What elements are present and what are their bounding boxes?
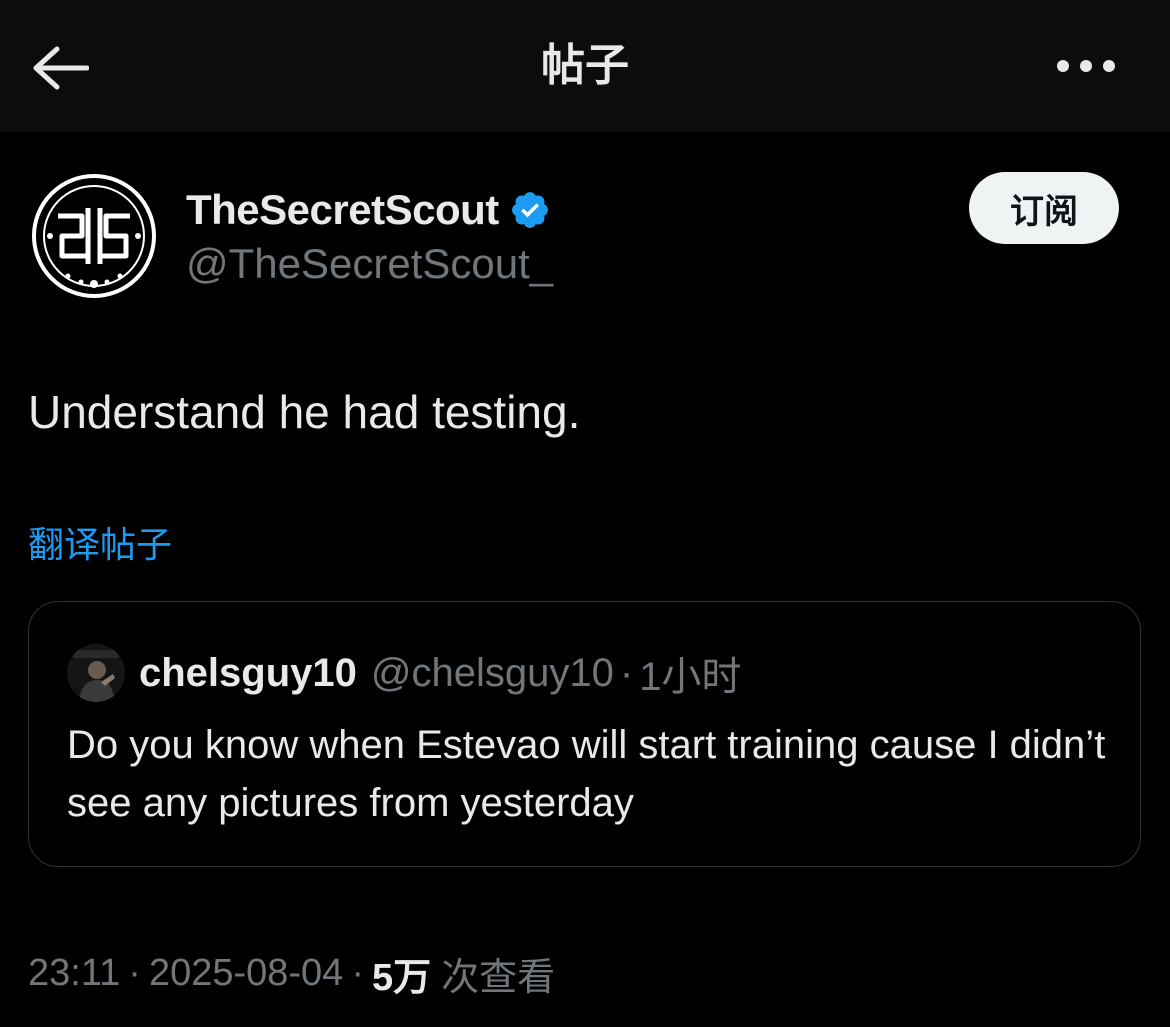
author-handle[interactable]: @TheSecretScout_	[186, 236, 553, 292]
quote-time: 1小时	[639, 655, 742, 699]
quote-handle: @chelsguy10	[370, 650, 614, 695]
author-avatar[interactable]	[28, 170, 160, 302]
verified-badge-icon	[509, 189, 551, 231]
quote-separator: ·	[619, 650, 634, 695]
subscribe-button[interactable]: 订阅	[969, 172, 1119, 244]
meta-separator: ·	[128, 951, 141, 994]
translate-post-link[interactable]: 翻译帖子	[28, 522, 172, 570]
quote-text: Do you know when Estevao will start trai…	[67, 723, 1106, 825]
quote-author-avatar	[67, 644, 125, 702]
post-meta: 23:11 · 2025-08-04 · 5万 次查看	[28, 946, 555, 1000]
post-text: Understand he had testing.	[28, 386, 581, 438]
back-button[interactable]	[22, 32, 98, 104]
quoted-post-card[interactable]: chelsguy10 @chelsguy10 · 1小时 Do you know…	[28, 601, 1141, 867]
quote-display-name: chelsguy10	[139, 650, 357, 695]
post-date: 2025-08-04	[148, 951, 344, 994]
person-photo-icon	[67, 644, 125, 702]
views-label[interactable]: 次查看	[441, 946, 555, 1001]
author-display-name: TheSecretScout	[186, 186, 499, 233]
tss-logo-avatar	[28, 170, 160, 302]
post-time: 23:11	[28, 951, 121, 994]
top-bar: 帖子	[0, 0, 1170, 132]
arrow-left-icon	[33, 46, 89, 90]
quote-header: chelsguy10 @chelsguy10 · 1小时	[139, 644, 741, 702]
more-horizontal-icon	[1057, 60, 1115, 72]
meta-separator: ·	[351, 951, 364, 994]
page-title: 帖子	[541, 40, 629, 91]
more-options-button[interactable]	[1046, 36, 1126, 96]
views-count[interactable]: 5万	[372, 946, 431, 1001]
author-name-row[interactable]: TheSecretScout	[186, 180, 551, 240]
